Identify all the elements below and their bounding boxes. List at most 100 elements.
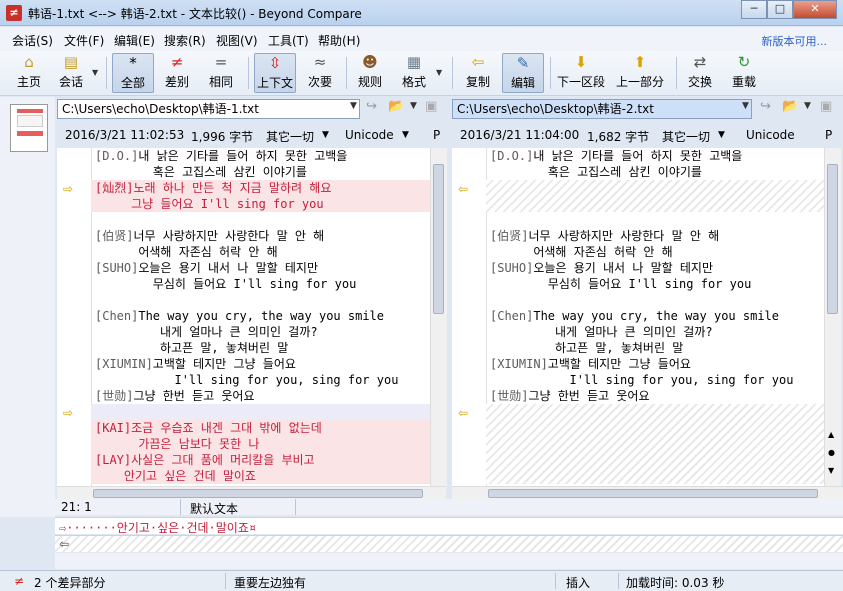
right-path-dropdown-icon[interactable]: ▼	[742, 101, 749, 111]
swap-button[interactable]: ⇄ 交换	[682, 53, 718, 93]
left-text-line[interactable]: [XIUMIN]고백할 테지만 그냥 들어요	[95, 356, 296, 372]
menu-search[interactable]: 搜索(R)	[164, 32, 206, 49]
left-extra-flag[interactable]: P	[433, 128, 440, 148]
right-mode-dropdown-icon[interactable]: ▼	[718, 130, 725, 150]
left-text-line[interactable]: I'll sing for you, sing for you	[95, 372, 398, 388]
left-text-line[interactable]: 안기고 싶은 건데 말이죠	[95, 468, 256, 484]
right-scroll-down-icon[interactable]: ▼	[828, 466, 834, 475]
right-vertical-scrollbar[interactable]: ▲ ● ▼	[824, 148, 841, 486]
left-text-line[interactable]: 가끔은 남보다 못한 나	[95, 436, 259, 452]
left-scroll-thumb[interactable]	[433, 164, 444, 314]
left-mode-select[interactable]: 其它一切	[266, 128, 314, 148]
right-text-line[interactable]: [伯贤]너무 사랑하지만 사랑한다 말 안 해	[490, 228, 719, 244]
right-text-pane[interactable]: ⇦ ⇦ [D.O.]내 낡은 기타를 들어 하지 못한 고백을 혹은 고집스레 …	[452, 148, 824, 486]
menu-help[interactable]: 帮助(H)	[318, 32, 360, 49]
right-open-folder-icon[interactable]: 📂	[782, 99, 798, 114]
right-text-line[interactable]: 어색해 자존심 허락 안 해	[490, 244, 673, 260]
thumbnail-overview[interactable]	[0, 97, 55, 517]
right-diff-arrow-icon[interactable]: ⇦	[458, 406, 468, 420]
left-text-line[interactable]: 하고픈 말, 놓쳐버린 말	[95, 340, 288, 356]
new-version-link[interactable]: 新版本可用...	[762, 33, 828, 49]
left-text-line[interactable]: [D.O.]내 낡은 기타를 들어 하지 못한 고백을	[95, 148, 347, 164]
left-encoding-dropdown-icon[interactable]: ▼	[402, 130, 409, 150]
left-text-line[interactable]: 무심히 들어요 I'll sing for you	[95, 276, 357, 292]
right-diff-arrow-icon[interactable]: ⇦	[458, 182, 468, 196]
left-text-line[interactable]: 어색해 자존심 허락 안 해	[95, 244, 277, 260]
right-scroll-up-icon[interactable]: ▲	[828, 430, 834, 439]
left-text-line[interactable]: [灿烈]노래 하나 만든 척 지금 말하려 해요	[95, 180, 331, 196]
right-save-icon[interactable]: ▣	[820, 99, 832, 114]
right-text-line[interactable]: 무심히 들어요 I'll sing for you	[490, 276, 752, 292]
left-encoding-select[interactable]: Unicode	[345, 128, 394, 148]
right-path-input[interactable]: C:\Users\echo\Desktop\韩语-2.txt	[452, 99, 752, 119]
left-text-line[interactable]: [Chen]The way you cry, the way you smile	[95, 308, 384, 324]
right-extra-flag[interactable]: P	[825, 128, 832, 148]
session-button[interactable]: ▤ 会话	[52, 53, 90, 93]
right-text-line[interactable]: 혹은 고집스레 삼킨 이야기를	[490, 164, 702, 180]
left-history-icon[interactable]: ↪	[366, 99, 377, 114]
left-text-line[interactable]: 그냥 들어요 I'll sing for you	[95, 196, 323, 212]
close-button[interactable]: ✕	[793, 0, 837, 19]
format-dropdown-icon[interactable]: ▼	[436, 68, 442, 77]
line-detail-right[interactable]: ⇦	[55, 535, 843, 552]
menu-view[interactable]: 视图(V)	[216, 32, 258, 49]
right-encoding-select[interactable]: Unicode	[746, 128, 795, 148]
maximize-button[interactable]: □	[767, 0, 793, 19]
reload-button[interactable]: ↻ 重载	[726, 53, 762, 93]
right-text-line[interactable]: [Chen]The way you cry, the way you smile	[490, 308, 779, 324]
rules-button[interactable]: ☻ 规则	[352, 53, 388, 93]
right-hscroll-thumb[interactable]	[488, 489, 818, 498]
right-text-line[interactable]: 내게 얼마나 큰 의미인 걸까?	[490, 324, 713, 340]
show-all-button[interactable]: * 全部	[112, 53, 154, 93]
left-text-line[interactable]: [LAY]사실은 그대 품에 머리칼을 부비고	[95, 452, 315, 468]
menu-tools[interactable]: 工具(T)	[268, 32, 309, 49]
line-text: 어색해 자존심 허락 안 해	[490, 245, 673, 259]
home-button[interactable]: ⌂ 主页	[8, 53, 50, 93]
session-dropdown-icon[interactable]: ▼	[92, 68, 98, 77]
context-button[interactable]: ⇳ 上下文	[254, 53, 296, 93]
copy-button[interactable]: ⇦ 复制	[460, 53, 496, 93]
right-text-line[interactable]: [SUHO]오늘은 용기 내서 나 말할 테지만	[490, 260, 713, 276]
next-section-button[interactable]: ⬇ 下一区段	[556, 53, 606, 93]
left-text-line[interactable]: 내게 얼마나 큰 의미인 걸까?	[95, 324, 318, 340]
left-hscroll-thumb[interactable]	[93, 489, 423, 498]
edit-button[interactable]: ✎ 编辑	[502, 53, 544, 93]
left-text-line[interactable]: [伯贤]너무 사랑하지만 사랑한다 말 안 해	[95, 228, 324, 244]
left-save-icon[interactable]: ▣	[425, 99, 437, 114]
left-text-pane[interactable]: ⇨ ⇨ [D.O.]내 낡은 기타를 들어 하지 못한 고백을 혹은 고집스레 …	[57, 148, 430, 486]
right-folder-dropdown-icon[interactable]: ▼	[804, 101, 811, 111]
menu-session[interactable]: 会话(S)	[12, 32, 53, 49]
right-text-line[interactable]: I'll sing for you, sing for you	[490, 372, 793, 388]
show-diffs-button[interactable]: ≠ 差别	[158, 53, 196, 93]
left-vertical-scrollbar[interactable]	[430, 148, 447, 486]
prev-part-button[interactable]: ⬆ 上一部分	[614, 53, 666, 93]
show-same-button[interactable]: = 相同	[202, 53, 240, 93]
right-mode-select[interactable]: 其它一切	[662, 128, 710, 148]
right-scroll-dot-icon[interactable]: ●	[828, 448, 835, 457]
left-open-folder-icon[interactable]: 📂	[388, 99, 404, 114]
minimize-button[interactable]: ─	[741, 0, 767, 19]
left-diff-arrow-icon[interactable]: ⇨	[63, 182, 73, 196]
right-history-icon[interactable]: ↪	[760, 99, 771, 114]
right-text-line[interactable]: [D.O.]내 낡은 기타를 들어 하지 못한 고백을	[490, 148, 742, 164]
left-path-dropdown-icon[interactable]: ▼	[350, 101, 357, 111]
right-text-line[interactable]: [世勋]그냥 한번 듣고 웃어요	[490, 388, 650, 404]
left-text-line[interactable]: 혹은 고집스레 삼킨 이야기를	[95, 164, 307, 180]
format-button[interactable]: ▦ 格式	[396, 53, 432, 93]
separator	[452, 57, 453, 89]
line-detail-left[interactable]: ⇨·······안기고·싶은·건데·말이죠¤	[55, 517, 843, 535]
right-text-line[interactable]: [XIUMIN]고백할 테지만 그냥 들어요	[490, 356, 691, 372]
right-text-line[interactable]: 하고픈 말, 놓쳐버린 말	[490, 340, 683, 356]
left-text-line[interactable]: [SUHO]오늘은 용기 내서 나 말할 테지만	[95, 260, 318, 276]
left-mode-dropdown-icon[interactable]: ▼	[322, 130, 329, 150]
menu-edit[interactable]: 编辑(E)	[114, 32, 155, 49]
left-path-input[interactable]: C:\Users\echo\Desktop\韩语-1.txt	[57, 99, 360, 119]
left-folder-dropdown-icon[interactable]: ▼	[410, 101, 417, 111]
left-text-line[interactable]: [KAI]조금 우습죠 내겐 그대 밖에 없는데	[95, 420, 322, 436]
minor-button[interactable]: ≈ 次要	[302, 53, 338, 93]
right-scroll-thumb[interactable]	[827, 164, 838, 314]
menu-file[interactable]: 文件(F)	[64, 32, 104, 49]
left-text-line[interactable]: [世勋]그냥 한번 듣고 웃어요	[95, 388, 255, 404]
left-diff-arrow-icon[interactable]: ⇨	[63, 406, 73, 420]
overview-map[interactable]	[10, 104, 48, 152]
